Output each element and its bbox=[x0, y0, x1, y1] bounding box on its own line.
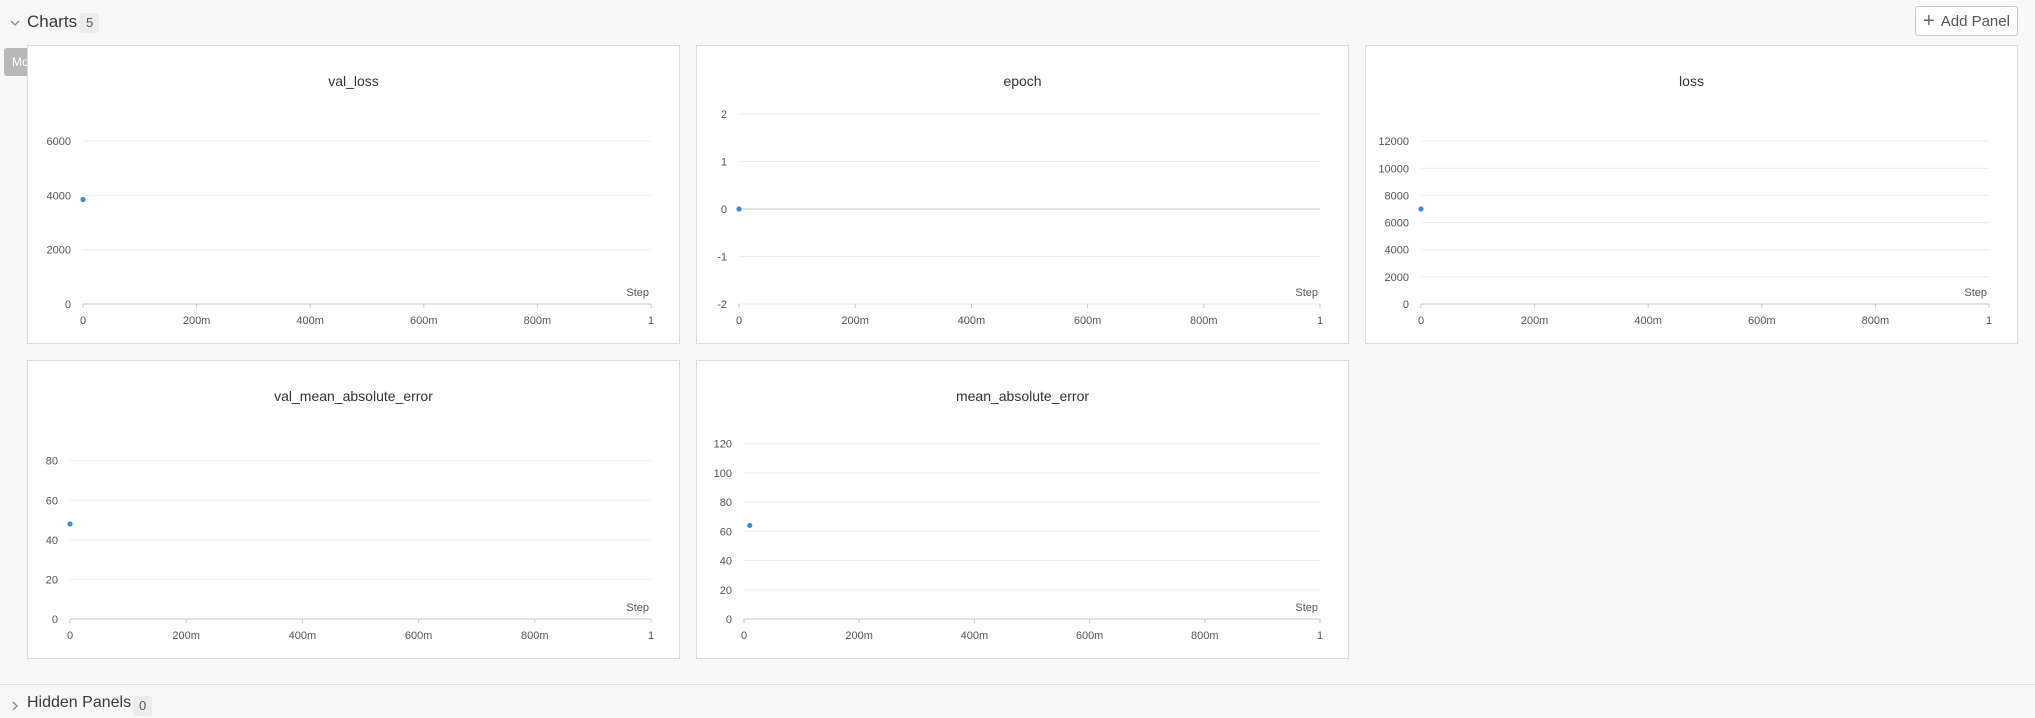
charts-section-header[interactable]: Charts 5 + Add Panel bbox=[0, 0, 2035, 44]
y-tick-label: 6000 bbox=[1385, 218, 1409, 230]
y-tick-label: 10000 bbox=[1378, 163, 1409, 175]
y-tick-label: 120 bbox=[714, 439, 732, 451]
y-tick-label: -2 bbox=[717, 299, 727, 311]
x-tick-label: 200m bbox=[183, 315, 211, 327]
y-tick-label: 2000 bbox=[47, 245, 71, 257]
data-point bbox=[736, 206, 742, 212]
x-tick-label: 400m bbox=[1634, 315, 1662, 327]
hidden-panels-count: 0 bbox=[133, 696, 153, 716]
y-tick-label: 80 bbox=[720, 497, 732, 509]
x-tick-label: 600m bbox=[1074, 315, 1102, 327]
add-panel-label: Add Panel bbox=[1940, 12, 2010, 30]
y-tick-label: 4000 bbox=[1385, 245, 1409, 257]
chevron-right-icon[interactable] bbox=[8, 699, 22, 713]
x-tick-label: 800m bbox=[1862, 315, 1890, 327]
x-tick-label: 0 bbox=[67, 630, 73, 642]
y-tick-label: 0 bbox=[1403, 299, 1409, 311]
x-tick-label: 200m bbox=[841, 315, 869, 327]
section-title: Charts bbox=[27, 12, 78, 31]
chart-panel-epoch[interactable]: epoch -2 -1 0 1 2 0 200m 400m 600m 800m 1 Step bbox=[696, 45, 1349, 344]
x-tick-label: 1 bbox=[648, 315, 654, 327]
chart-plot: -2 -1 0 1 2 0 200m 400m 600m 800m 1 Step bbox=[717, 109, 1323, 327]
y-tick-label: 2 bbox=[721, 109, 727, 121]
x-tick-label: 1 bbox=[1986, 315, 1992, 327]
y-tick-label: 0 bbox=[52, 614, 58, 626]
x-tick-label: 600m bbox=[405, 630, 433, 642]
y-tick-label: 2000 bbox=[1385, 272, 1409, 284]
y-tick-label: 1 bbox=[721, 157, 727, 169]
y-tick-label: 12000 bbox=[1378, 136, 1409, 148]
x-tick-label: 800m bbox=[1191, 630, 1219, 642]
x-tick-label: 600m bbox=[1076, 630, 1104, 642]
x-axis-label: Step bbox=[626, 602, 649, 614]
x-tick-label: 400m bbox=[289, 630, 317, 642]
y-tick-label: 4000 bbox=[47, 190, 71, 202]
plus-icon: + bbox=[1923, 10, 1935, 32]
chart-plot: 0 20 40 60 80 0 200m 400m 600m 800m 1 Step bbox=[46, 456, 654, 642]
x-tick-label: 200m bbox=[845, 630, 873, 642]
chart-panel-val-loss[interactable]: val_loss 0 2000 4000 6000 0 200m 400m 600m 800m 1… bbox=[27, 45, 680, 344]
chart-panel-loss[interactable]: loss 0 2000 4000 6000 8000 10000 12000 0 200m 400… bbox=[1365, 45, 2018, 344]
chart-panel-mean-absolute-error[interactable]: mean_absolute_error 0 20 40 60 80 100 120 0 200m… bbox=[696, 360, 1349, 659]
x-tick-label: 1 bbox=[1317, 630, 1323, 642]
y-tick-label: -1 bbox=[717, 252, 727, 264]
y-tick-label: 0 bbox=[721, 204, 727, 216]
y-tick-label: 40 bbox=[46, 535, 58, 547]
y-tick-label: 20 bbox=[46, 574, 58, 586]
x-tick-label: 0 bbox=[736, 315, 742, 327]
x-axis-label: Step bbox=[626, 287, 649, 299]
x-tick-label: 600m bbox=[1748, 315, 1776, 327]
chart-panel-val-mean-absolute-error[interactable]: val_mean_absolute_error 0 20 40 60 80 0 200m 40… bbox=[27, 360, 680, 659]
data-point bbox=[80, 196, 86, 203]
x-axis-label: Step bbox=[1295, 602, 1318, 614]
chart-plot: 0 20 40 60 80 100 120 0 200m 400m 600m 800m 1 Step bbox=[714, 439, 1323, 642]
chart-plot: 0 2000 4000 6000 8000 10000 12000 0 200m 400m 600m… bbox=[1378, 136, 1992, 327]
x-tick-label: 800m bbox=[521, 630, 549, 642]
y-tick-label: 8000 bbox=[1385, 190, 1409, 202]
add-panel-button[interactable]: + Add Panel bbox=[1915, 6, 2018, 36]
y-tick-label: 80 bbox=[46, 456, 58, 468]
y-tick-label: 6000 bbox=[47, 136, 71, 148]
section-count-badge: 5 bbox=[80, 13, 100, 33]
y-tick-label: 60 bbox=[720, 526, 732, 538]
x-tick-label: 1 bbox=[1317, 315, 1323, 327]
x-tick-label: 0 bbox=[1418, 315, 1424, 327]
y-tick-label: 0 bbox=[726, 614, 732, 626]
x-tick-label: 0 bbox=[80, 315, 86, 327]
hidden-panels-header[interactable]: Hidden Panels 0 bbox=[0, 692, 2035, 718]
y-tick-label: 0 bbox=[65, 299, 71, 311]
y-tick-label: 20 bbox=[720, 585, 732, 597]
x-tick-label: 400m bbox=[961, 630, 989, 642]
y-tick-label: 60 bbox=[46, 495, 58, 507]
section-divider bbox=[0, 684, 2035, 685]
x-tick-label: 800m bbox=[1190, 315, 1218, 327]
y-tick-label: 40 bbox=[720, 556, 732, 568]
chart-plot: 0 2000 4000 6000 0 200m 400m 600m 800m 1 Step bbox=[47, 136, 655, 327]
x-tick-label: 0 bbox=[741, 630, 747, 642]
chevron-down-icon[interactable] bbox=[8, 16, 22, 30]
x-tick-label: 400m bbox=[296, 315, 324, 327]
x-tick-label: 400m bbox=[958, 315, 986, 327]
data-point bbox=[67, 521, 73, 527]
hidden-panels-title: Hidden Panels bbox=[27, 694, 132, 711]
x-tick-label: 200m bbox=[1521, 315, 1549, 327]
y-tick-label: 100 bbox=[714, 468, 732, 480]
x-tick-label: 600m bbox=[410, 315, 438, 327]
x-tick-label: 800m bbox=[524, 315, 552, 327]
x-axis-label: Step bbox=[1964, 287, 1987, 299]
x-tick-label: 1 bbox=[648, 630, 654, 642]
data-point bbox=[747, 522, 753, 529]
x-tick-label: 200m bbox=[172, 630, 200, 642]
x-axis-label: Step bbox=[1295, 287, 1318, 299]
data-point bbox=[1418, 206, 1424, 212]
